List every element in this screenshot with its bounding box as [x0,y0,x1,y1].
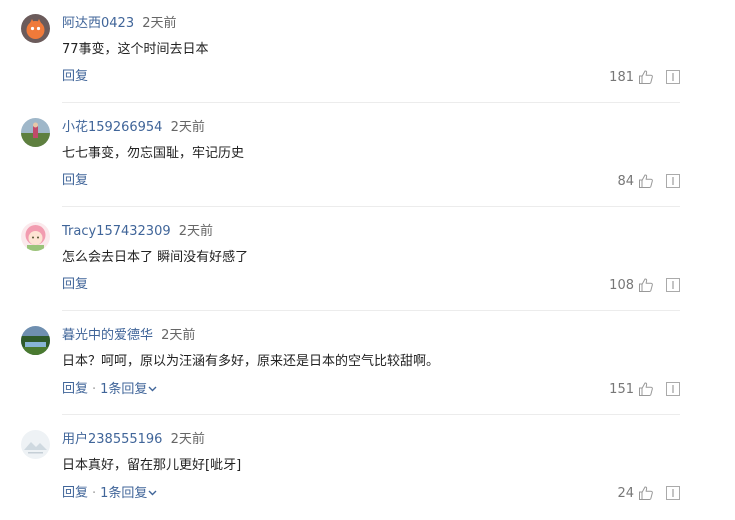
thumbs-up-icon[interactable] [638,485,654,501]
comment-time: 2天前 [161,328,196,343]
report-icon[interactable] [666,70,680,84]
like-count: 108 [609,277,634,293]
like-count: 181 [609,69,634,85]
action-separator: · [92,485,97,501]
comment-divider [62,102,680,103]
comment-item: 小花159266954 2天前 七七事变，勿忘国耻，牢记历史 回复 84 [0,104,735,208]
username[interactable]: 阿达西0423 [62,16,134,31]
comment-tools: 181 [609,68,680,86]
comment-divider [62,206,680,207]
report-icon[interactable] [666,382,680,396]
comment-meta: 暮光中的爱德华 2天前 [62,327,195,345]
like-count: 84 [617,173,634,189]
chevron-down-icon [148,484,157,502]
comment-divider [62,310,680,311]
comment-divider [62,414,680,415]
chevron-down-icon [148,380,157,398]
view-replies-label: 1条回复 [100,485,148,501]
view-replies-button[interactable]: 1条回复 [100,486,157,501]
comment-tools: 108 [609,276,680,294]
comment-actions: 回复 [62,276,88,294]
comment-item: 暮光中的爱德华 2天前 日本？呵呵，原以为汪涵有多好，原来还是日本的空气比较甜啊… [0,312,735,416]
reply-button[interactable]: 回复 [62,173,88,188]
reply-button[interactable]: 回复 [62,382,88,397]
comment-meta: 用户238555196 2天前 [62,431,205,449]
report-icon[interactable] [666,174,680,188]
thumbs-up-icon[interactable] [638,69,654,85]
comment-actions: 回复 [62,68,88,86]
comment-meta: 小花159266954 2天前 [62,119,205,137]
comment-text: 日本？呵呵，原以为汪涵有多好，原来还是日本的空气比较甜啊。 [62,354,440,369]
comment-tools: 24 [617,484,680,502]
report-icon[interactable] [666,486,680,500]
comment-time: 2天前 [178,224,214,239]
comment-time: 2天前 [170,432,205,447]
comment-text: 怎么会去日本了 瞬间没有好感了 [62,250,249,265]
username[interactable]: Tracy157432309 [62,224,171,239]
reply-button[interactable]: 回复 [62,69,88,84]
comment-meta: 阿达西0423 2天前 [62,15,177,33]
comment-text: 七七事变，勿忘国耻，牢记历史 [62,146,245,161]
comment-text: 日本真好，留在那儿更好[呲牙] [62,458,242,473]
comment-item: Tracy157432309 2天前 怎么会去日本了 瞬间没有好感了 回复 10… [0,208,735,312]
avatar[interactable] [21,430,50,459]
comment-list: 阿达西0423 2天前 77事变，这个时间去日本 回复 181 小花159266… [0,0,735,520]
reply-button[interactable]: 回复 [62,486,88,501]
username[interactable]: 用户238555196 [62,432,162,447]
avatar[interactable] [21,14,50,43]
username[interactable]: 暮光中的爱德华 [62,328,153,343]
comment-tools: 84 [617,172,680,190]
view-replies-button[interactable]: 1条回复 [100,382,157,397]
avatar[interactable] [21,326,50,355]
avatar[interactable] [21,222,50,251]
action-separator: · [92,381,97,397]
comment-item: 阿达西0423 2天前 77事变，这个时间去日本 回复 181 [0,0,735,104]
comment-text: 77事变，这个时间去日本 [62,42,209,57]
comment-item: 用户238555196 2天前 日本真好，留在那儿更好[呲牙] 回复 · 1条回复 … [0,416,735,520]
reply-button[interactable]: 回复 [62,277,88,292]
report-icon[interactable] [666,278,680,292]
thumbs-up-icon[interactable] [638,277,654,293]
thumbs-up-icon[interactable] [638,173,654,189]
username[interactable]: 小花159266954 [62,120,162,135]
comment-actions: 回复 · 1条回复 [62,484,157,503]
comment-time: 2天前 [142,16,177,31]
view-replies-label: 1条回复 [100,381,148,397]
avatar[interactable] [21,118,50,147]
comment-actions: 回复 · 1条回复 [62,380,157,399]
thumbs-up-icon[interactable] [638,381,654,397]
comment-time: 2天前 [170,120,205,135]
comment-meta: Tracy157432309 2天前 [62,223,213,241]
comment-tools: 151 [609,380,680,398]
comment-actions: 回复 [62,172,88,190]
like-count: 151 [609,381,634,397]
like-count: 24 [617,485,634,501]
